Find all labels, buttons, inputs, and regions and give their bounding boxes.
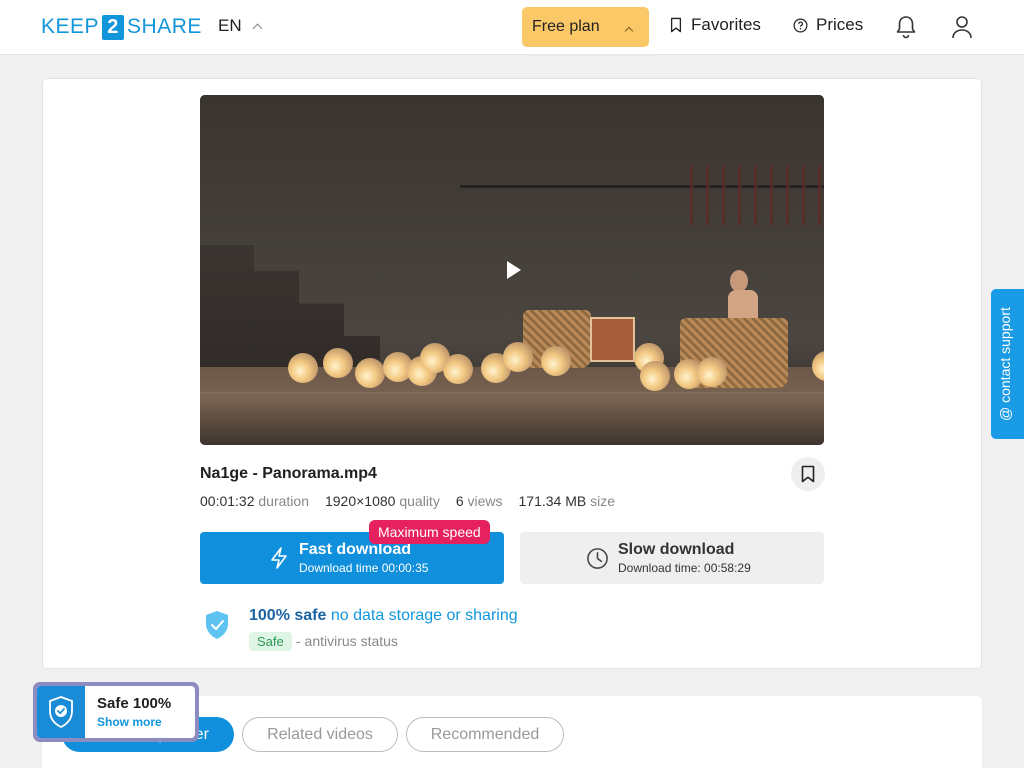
nav-prices[interactable]: Prices	[793, 15, 863, 35]
bookmark-icon	[670, 17, 682, 33]
safe-widget-show-more[interactable]: Show more	[97, 715, 162, 729]
plan-dropdown[interactable]: Free plan	[522, 7, 649, 47]
video-orb	[697, 357, 727, 387]
meta-size: 171.34 MB size	[518, 493, 616, 509]
safety-headline-rest: no data storage or sharing	[330, 607, 518, 624]
chevron-up-icon	[252, 23, 263, 33]
clock-icon	[587, 548, 608, 569]
top-header: KEEP 2 SHARE EN Free plan Favorites Pric…	[0, 0, 1024, 55]
video-orb	[541, 346, 571, 376]
bookmark-icon	[801, 465, 815, 483]
safe-widget[interactable]: Safe 100% Show more	[33, 682, 199, 742]
plan-label: Free plan	[532, 18, 600, 35]
user-icon[interactable]	[950, 14, 974, 40]
logo-text-left: KEEP	[41, 15, 100, 38]
shield-check-icon	[49, 696, 73, 729]
file-name: Na1ge - Panorama.mp4	[200, 465, 377, 482]
nav-favorites-label: Favorites	[691, 15, 761, 34]
fast-download-time: Download time 00:00:35	[299, 561, 429, 575]
max-speed-badge: Maximum speed	[369, 520, 490, 544]
bookmark-button[interactable]	[791, 457, 825, 491]
contact-support-tab[interactable]: @ contact support	[991, 289, 1024, 439]
video-orb	[323, 348, 353, 378]
slow-download-button[interactable]: Slow download Download time: 00:58:29	[520, 532, 824, 584]
antivirus-badge: Safe	[249, 632, 292, 651]
shield-check-icon	[206, 611, 228, 639]
safety-headline: 100% safe no data storage or sharing	[249, 607, 518, 625]
logo-text-right: SHARE	[127, 15, 202, 38]
video-player[interactable]	[200, 95, 824, 445]
slow-download-time: Download time: 00:58:29	[618, 561, 751, 575]
bell-icon[interactable]	[894, 14, 918, 40]
meta-views: 6 views	[455, 493, 503, 509]
safety-headline-bold: 100% safe	[249, 607, 327, 624]
plan-underline	[528, 54, 656, 56]
language-label: EN	[218, 16, 242, 35]
safe-widget-title: Safe 100%	[97, 695, 172, 712]
video-orb	[355, 358, 385, 388]
contact-support-label: contact support	[997, 307, 1013, 403]
at-sign-icon: @	[997, 402, 1013, 421]
nav-prices-label: Prices	[816, 15, 864, 34]
file-meta: 00:01:32 duration 1920×1080 quality 6 vi…	[200, 493, 615, 509]
antivirus-status: - antivirus status	[296, 633, 398, 649]
chevron-up-icon	[624, 26, 634, 36]
video-orb	[443, 354, 473, 384]
tab-recommended[interactable]: Recommended	[406, 717, 564, 752]
meta-duration: 00:01:32 duration	[200, 493, 309, 509]
play-icon[interactable]	[507, 261, 521, 279]
lightning-icon	[271, 547, 287, 569]
language-selector[interactable]: EN	[218, 16, 263, 36]
slow-download-title: Slow download	[618, 541, 735, 558]
nav-favorites[interactable]: Favorites	[669, 15, 761, 35]
safe-widget-body: Safe 100% Show more	[37, 686, 195, 738]
question-circle-icon	[793, 18, 808, 32]
meta-quality: 1920×1080 quality	[324, 493, 440, 509]
video-orb	[640, 361, 670, 391]
video-performer-head	[730, 270, 748, 292]
safe-widget-icon-area	[37, 686, 85, 738]
tab-related-videos[interactable]: Related videos	[242, 717, 398, 752]
video-crate	[590, 317, 635, 362]
video-rack	[690, 165, 824, 225]
video-orb	[288, 353, 318, 383]
contact-support-text: @ contact support	[997, 307, 1013, 421]
keep2share-logo[interactable]: KEEP 2 SHARE	[41, 14, 202, 40]
logo-text-mid: 2	[102, 14, 125, 40]
video-stage-line	[200, 392, 824, 394]
video-orb	[503, 342, 533, 372]
